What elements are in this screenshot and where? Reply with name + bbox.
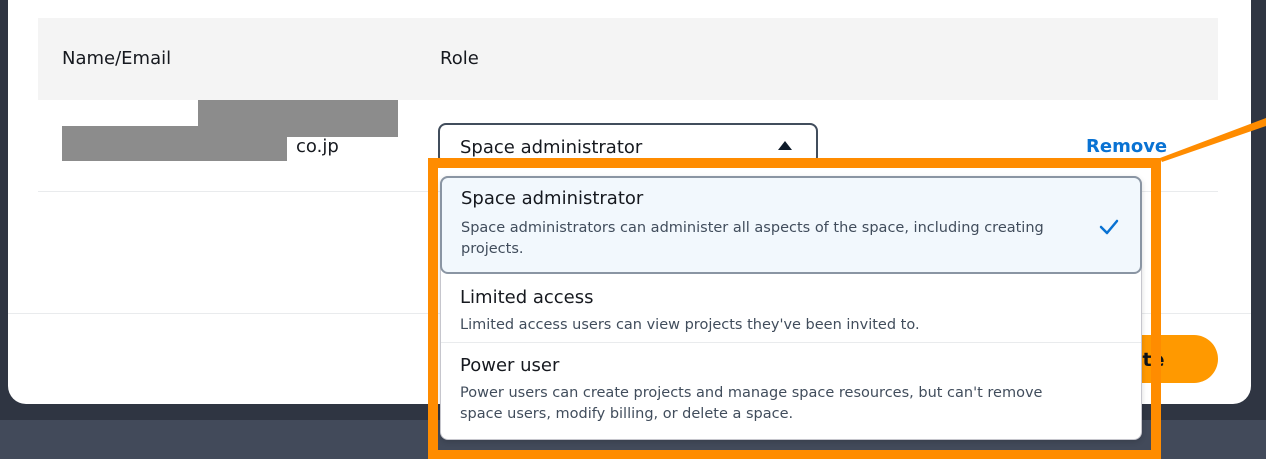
table-header: [38, 18, 1218, 100]
role-select-value: Space administrator: [460, 137, 643, 158]
member-email-suffix: co.jp: [296, 136, 339, 157]
remove-member-link[interactable]: Remove: [1086, 136, 1167, 157]
column-header-name-email: Name/Email: [62, 48, 172, 69]
caret-up-icon: [778, 141, 792, 150]
column-header-role: Role: [440, 48, 479, 69]
annotation-highlight-box: [428, 158, 1161, 459]
redacted-email-block: [62, 126, 287, 161]
